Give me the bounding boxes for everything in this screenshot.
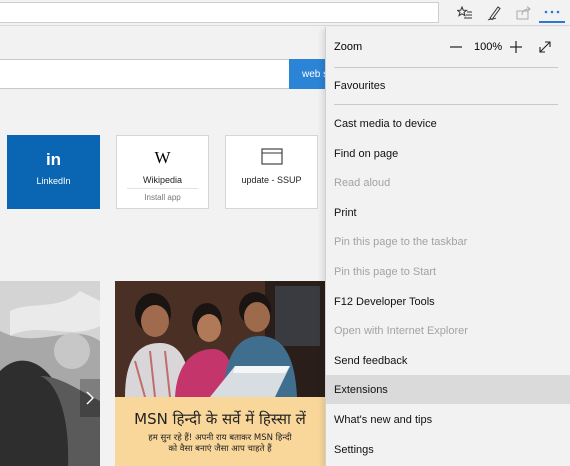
news-card-msn-hindi[interactable]: MSN हिन्दी के सर्वे में हिस्सा लें हम सु… — [115, 281, 325, 466]
menu-divider — [334, 67, 558, 68]
favorites-hub-icon[interactable] — [452, 3, 478, 23]
web-search-input[interactable] — [0, 59, 291, 89]
news-banner-subtitle: हम सुन रहे हैं! अपनी राय बताकर MSN हिन्द… — [115, 433, 325, 455]
menu-item-read-aloud[interactable]: Read aloud — [326, 168, 570, 197]
news-banner: MSN हिन्दी के सर्वे में हिस्सा लें हम सु… — [115, 397, 325, 466]
news-banner-subtitle-line2: को वैसा बनाएं जैसा आप चाहते हैं — [168, 444, 272, 454]
menu-item-whats-new[interactable]: What's new and tips — [326, 405, 570, 434]
menu-item-print[interactable]: Print — [326, 198, 570, 227]
tile-label: LinkedIn — [36, 176, 71, 186]
window-icon — [226, 148, 317, 165]
tile-label: Wikipedia — [142, 175, 182, 185]
zoom-label: Zoom — [334, 41, 363, 53]
news-banner-subtitle-line1: हम सुन रहे हैं! अपनी राय बताकर MSN हिन्द… — [148, 433, 292, 443]
news-banner-title: MSN हिन्दी के सर्वे में हिस्सा लें — [134, 410, 306, 428]
tile-update-ssup[interactable]: update - SSUP — [225, 135, 318, 209]
news-photo — [115, 281, 325, 397]
address-bar[interactable] — [0, 2, 439, 23]
settings-and-more-menu: Zoom 100% Favourites Cast media to devic… — [325, 27, 570, 466]
tile-label: update - SSUP — [241, 175, 302, 185]
web-note-icon[interactable] — [482, 3, 508, 23]
share-icon[interactable] — [511, 3, 537, 23]
menu-item-developer-tools[interactable]: F12 Developer Tools — [326, 287, 570, 316]
browser-window: web s in LinkedIn W Wikipedia Install ap… — [0, 0, 570, 466]
fullscreen-button[interactable] — [535, 37, 555, 57]
linkedin-logo-icon: in — [45, 150, 62, 169]
menu-divider — [334, 104, 558, 105]
tile-divider — [127, 188, 198, 189]
wikipedia-logo-icon: W — [154, 148, 171, 167]
browser-toolbar — [0, 0, 570, 26]
zoom-row: Zoom 100% — [326, 27, 570, 67]
carousel-next-button[interactable] — [80, 379, 100, 417]
menu-item-send-feedback[interactable]: Send feedback — [326, 346, 570, 375]
menu-item-favourites[interactable]: Favourites — [326, 71, 570, 100]
menu-item-find-on-page[interactable]: Find on page — [326, 139, 570, 168]
more-icon[interactable] — [539, 3, 565, 23]
menu-item-pin-taskbar[interactable]: Pin this page to the taskbar — [326, 227, 570, 256]
menu-item-extensions[interactable]: Extensions — [326, 375, 570, 404]
zoom-in-button[interactable] — [506, 37, 526, 57]
zoom-level: 100% — [474, 41, 503, 53]
menu-item-settings[interactable]: Settings — [326, 435, 570, 464]
menu-item-open-with-ie[interactable]: Open with Internet Explorer — [326, 316, 570, 345]
zoom-out-button[interactable] — [446, 37, 466, 57]
tile-wikipedia[interactable]: W Wikipedia Install app — [116, 135, 209, 209]
install-app-link[interactable]: Install app — [117, 193, 208, 202]
menu-item-cast-media[interactable]: Cast media to device — [326, 109, 570, 138]
news-image-left[interactable] — [0, 281, 100, 466]
tile-linkedin[interactable]: in LinkedIn — [7, 135, 100, 209]
menu-item-pin-start[interactable]: Pin this page to Start — [326, 257, 570, 286]
